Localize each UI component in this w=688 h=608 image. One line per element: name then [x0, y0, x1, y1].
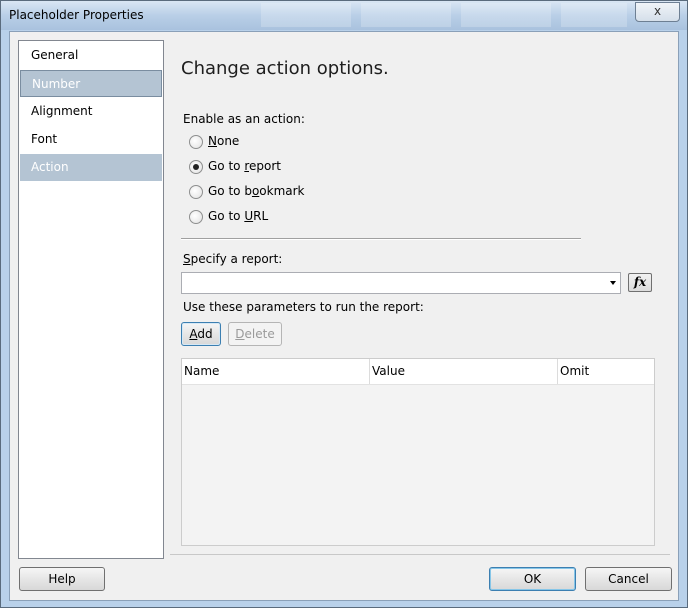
function-icon: fx — [633, 275, 647, 289]
cancel-button[interactable]: Cancel — [585, 567, 672, 591]
title-bar[interactable]: Placeholder Properties x — [1, 1, 687, 30]
ok-button[interactable]: OK — [489, 567, 576, 591]
footer-divider — [170, 554, 670, 555]
radio-none[interactable] — [189, 135, 203, 149]
radio-go-to-url-label[interactable]: Go to URL — [208, 209, 268, 223]
window-title: Placeholder Properties — [9, 8, 144, 22]
grid-header: Name Value Omit — [182, 359, 654, 385]
nav-item-font[interactable]: Font — [20, 126, 162, 153]
title-bar-background — [261, 3, 627, 27]
radio-go-to-bookmark[interactable] — [189, 185, 203, 199]
parameters-label: Use these parameters to run the report: — [183, 300, 424, 314]
radio-go-to-bookmark-label[interactable]: Go to bookmark — [208, 184, 305, 198]
dialog-window: Placeholder Properties x General Number … — [0, 0, 688, 608]
report-combobox[interactable] — [181, 272, 621, 294]
category-list: General Number Alignment Font Action — [18, 40, 164, 559]
radio-go-to-url[interactable] — [189, 210, 203, 224]
specify-report-label: Specify a report: — [183, 252, 283, 266]
parameters-grid[interactable]: Name Value Omit — [181, 358, 655, 546]
radio-go-to-report-label[interactable]: Go to report — [208, 159, 281, 173]
chevron-down-icon — [610, 281, 616, 285]
radio-go-to-report[interactable] — [189, 160, 203, 174]
nav-item-alignment[interactable]: Alignment — [20, 98, 162, 125]
nav-item-number[interactable]: Number — [20, 70, 162, 97]
section-divider — [181, 238, 581, 240]
nav-item-action[interactable]: Action — [20, 154, 162, 181]
dialog-client-area: General Number Alignment Font Action Cha… — [9, 31, 679, 601]
page-heading: Change action options. — [181, 58, 389, 79]
expression-button[interactable]: fx — [628, 273, 652, 292]
column-header-value[interactable]: Value — [370, 359, 558, 384]
column-header-omit[interactable]: Omit — [558, 359, 654, 384]
nav-item-general[interactable]: General — [20, 42, 162, 69]
add-button[interactable]: Add — [181, 322, 221, 346]
close-icon: x — [653, 4, 662, 18]
column-header-name[interactable]: Name — [182, 359, 370, 384]
enable-action-label: Enable as an action: — [183, 112, 305, 126]
delete-button[interactable]: Delete — [228, 322, 282, 346]
close-button[interactable]: x — [635, 2, 680, 22]
help-button[interactable]: Help — [19, 567, 105, 591]
radio-none-label[interactable]: None — [208, 134, 239, 148]
